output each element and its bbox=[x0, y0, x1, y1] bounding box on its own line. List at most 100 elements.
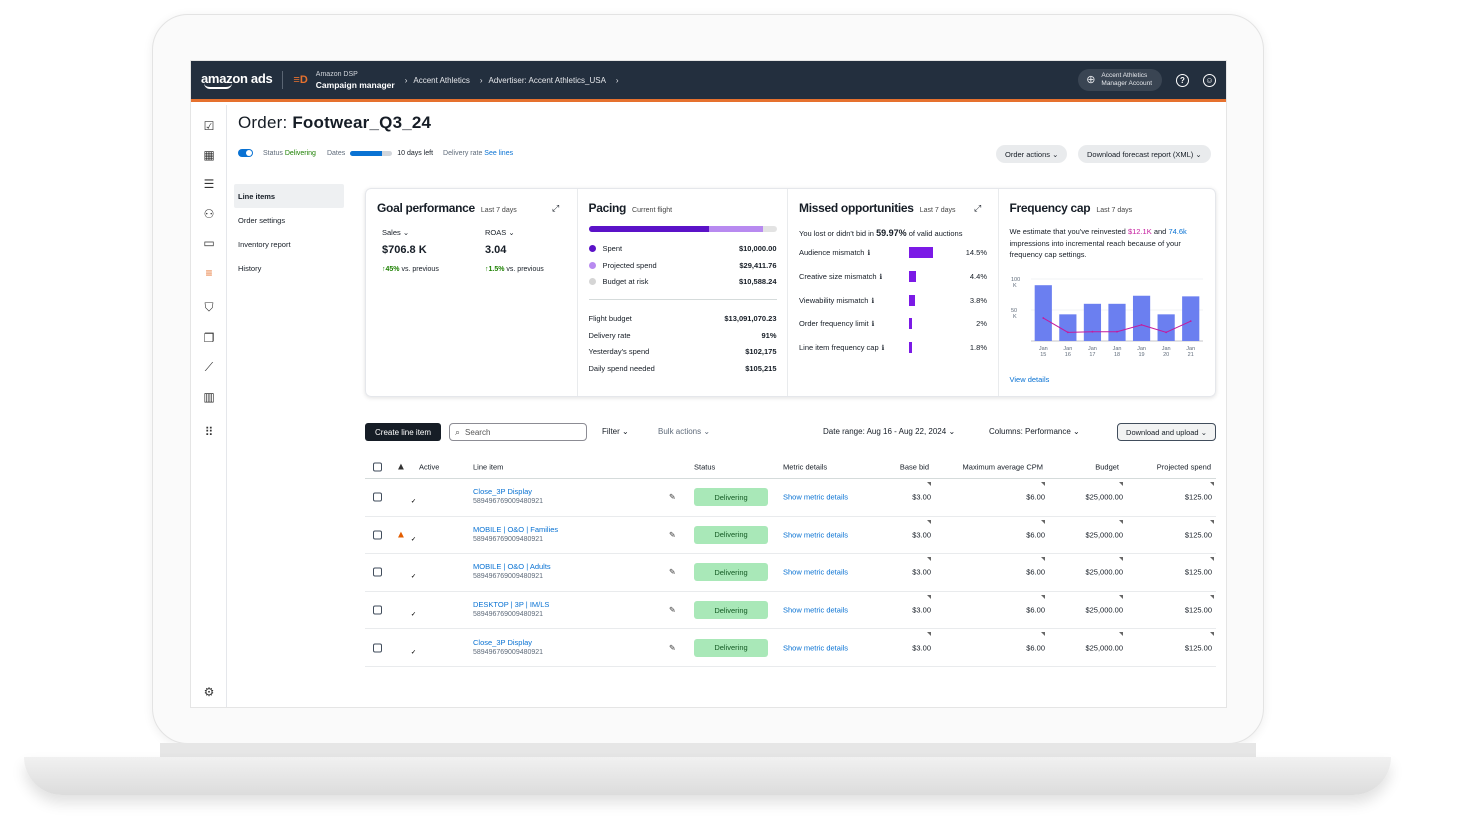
show-metric-details-link[interactable]: Show metric details bbox=[783, 568, 848, 577]
amazon-ads-logo[interactable]: amazon ads bbox=[201, 71, 273, 89]
row-checkbox[interactable] bbox=[373, 605, 382, 615]
subnav-line-items[interactable]: Line items bbox=[234, 184, 344, 208]
budget-value[interactable]: $25,000.00 bbox=[1085, 606, 1123, 615]
user-profile-icon[interactable]: ☺ bbox=[1203, 73, 1216, 87]
trends-icon[interactable]: ⟋ bbox=[202, 360, 216, 374]
database-icon[interactable]: ☰ bbox=[202, 177, 216, 191]
download-upload-button[interactable]: Download and upload ⌄ bbox=[1117, 423, 1216, 441]
row-checkbox[interactable] bbox=[373, 530, 382, 540]
columns-dropdown[interactable]: Columns: Performance ⌄ bbox=[989, 427, 1080, 436]
info-icon[interactable]: ℹ bbox=[867, 250, 870, 257]
max-cpm-value[interactable]: $6.00 bbox=[1026, 643, 1045, 652]
edit-pencil-icon[interactable]: ✎ bbox=[669, 568, 676, 577]
expand-icon[interactable]: ⤢ bbox=[974, 203, 981, 214]
line-item-link[interactable]: Close_3P Display bbox=[473, 638, 543, 648]
edit-pencil-icon[interactable]: ✎ bbox=[669, 530, 676, 539]
expand-icon[interactable]: ⤢ bbox=[552, 203, 559, 214]
help-icon[interactable]: ? bbox=[1176, 73, 1189, 87]
base-bid-value[interactable]: $3.00 bbox=[912, 493, 931, 502]
base-bid-value[interactable]: $3.00 bbox=[912, 643, 931, 652]
brand-safety-icon[interactable]: ⛉ bbox=[202, 300, 216, 314]
header-metric-details[interactable]: Metric details bbox=[783, 462, 827, 471]
subnav-order-settings[interactable]: Order settings bbox=[234, 208, 344, 232]
max-cpm-value[interactable]: $6.00 bbox=[1026, 530, 1045, 539]
edit-pencil-icon[interactable]: ✎ bbox=[669, 606, 676, 615]
line-item-link[interactable]: DESKTOP | 3P | IM/LS bbox=[473, 600, 549, 610]
settings-gear-icon[interactable]: ⚙ bbox=[202, 685, 216, 699]
base-bid-value[interactable]: $3.00 bbox=[912, 568, 931, 577]
missed-opportunity-row[interactable]: Order frequency limit ℹ 2% bbox=[799, 312, 987, 336]
line-item-link[interactable]: MOBILE | O&O | Adults bbox=[473, 562, 551, 572]
table-row[interactable]: MOBILE | O&O | Adults 589496769009480921 ✎… bbox=[365, 554, 1216, 592]
missed-opportunity-row[interactable]: Line item frequency cap ℹ 1.8% bbox=[799, 336, 987, 360]
reports-icon[interactable]: ▥ bbox=[202, 390, 216, 404]
warning-icon[interactable]: ▲ bbox=[396, 529, 406, 540]
roas-dropdown[interactable]: ROAS ⌄ bbox=[485, 228, 515, 237]
missed-opportunity-row[interactable]: Audience mismatch ℹ 14.5% bbox=[799, 241, 987, 265]
view-details-link[interactable]: View details bbox=[1010, 375, 1050, 384]
dashboard-icon[interactable]: ▦ bbox=[202, 148, 216, 162]
create-line-item-button[interactable]: Create line item bbox=[365, 423, 442, 441]
subnav-history[interactable]: History bbox=[234, 256, 344, 280]
download-forecast-button[interactable]: Download forecast report (XML) ⌄ bbox=[1078, 145, 1211, 163]
max-cpm-value[interactable]: $6.00 bbox=[1026, 606, 1045, 615]
breadcrumb-advertiser-group[interactable]: Accent Athletics bbox=[413, 76, 469, 85]
edit-pencil-icon[interactable]: ✎ bbox=[669, 493, 676, 502]
media-icon[interactable]: ❐ bbox=[202, 331, 216, 345]
select-all-checkbox[interactable] bbox=[373, 462, 382, 471]
campaign-manager-icon[interactable]: ≡ bbox=[202, 266, 216, 280]
checklist-icon[interactable]: ☑ bbox=[202, 119, 216, 133]
info-icon[interactable]: ℹ bbox=[871, 298, 874, 305]
creative-icon[interactable]: ▭ bbox=[202, 236, 216, 250]
order-actions-button[interactable]: Order actions ⌄ bbox=[996, 145, 1068, 163]
header-projected-spend[interactable]: Projected spend bbox=[1157, 462, 1211, 471]
account-switcher[interactable]: ⊕ Accent Athletics Manager Account bbox=[1078, 69, 1162, 91]
header-line-item[interactable]: Line item bbox=[473, 462, 503, 471]
subnav-inventory-report[interactable]: Inventory report bbox=[234, 232, 344, 256]
row-checkbox[interactable] bbox=[373, 492, 382, 502]
table-row[interactable]: ▲ MOBILE | O&O | Families 5894967690094809… bbox=[365, 517, 1216, 555]
product-title[interactable]: Amazon DSP Campaign manager bbox=[316, 69, 395, 91]
header-budget[interactable]: Budget bbox=[1095, 462, 1119, 471]
budget-value[interactable]: $25,000.00 bbox=[1085, 643, 1123, 652]
max-cpm-value[interactable]: $6.00 bbox=[1026, 493, 1045, 502]
header-status[interactable]: Status bbox=[694, 462, 715, 471]
header-base-bid[interactable]: Base bid bbox=[900, 462, 929, 471]
see-lines-link[interactable]: See lines bbox=[484, 150, 513, 157]
budget-value[interactable]: $25,000.00 bbox=[1085, 530, 1123, 539]
show-metric-details-link[interactable]: Show metric details bbox=[783, 606, 848, 615]
sales-dropdown[interactable]: Sales ⌄ bbox=[382, 228, 409, 237]
show-metric-details-link[interactable]: Show metric details bbox=[783, 530, 848, 539]
bulk-actions-dropdown[interactable]: Bulk actions ⌄ bbox=[658, 427, 710, 436]
date-range-dropdown[interactable]: Date range: Aug 16 - Aug 22, 2024 ⌄ bbox=[823, 427, 955, 436]
editable-corner-icon bbox=[927, 557, 931, 562]
budget-value[interactable]: $25,000.00 bbox=[1085, 493, 1123, 502]
base-bid-value[interactable]: $3.00 bbox=[912, 530, 931, 539]
line-item-link[interactable]: Close_3P Display bbox=[473, 487, 543, 497]
header-active[interactable]: Active bbox=[419, 462, 439, 471]
apps-icon[interactable]: ⠿ bbox=[202, 425, 216, 439]
base-bid-value[interactable]: $3.00 bbox=[912, 606, 931, 615]
info-icon[interactable]: ℹ bbox=[872, 321, 875, 328]
order-active-toggle[interactable] bbox=[238, 149, 253, 157]
breadcrumb-advertiser[interactable]: Advertiser: Accent Athletics_USA bbox=[489, 76, 606, 85]
max-cpm-value[interactable]: $6.00 bbox=[1026, 568, 1045, 577]
missed-opportunity-row[interactable]: Creative size mismatch ℹ 4.4% bbox=[799, 265, 987, 289]
show-metric-details-link[interactable]: Show metric details bbox=[783, 643, 848, 652]
missed-opportunity-row[interactable]: Viewability mismatch ℹ 3.8% bbox=[799, 288, 987, 312]
row-checkbox[interactable] bbox=[373, 643, 382, 653]
edit-pencil-icon[interactable]: ✎ bbox=[669, 643, 676, 652]
header-max-cpm[interactable]: Maximum average CPM bbox=[963, 462, 1043, 471]
table-row[interactable]: Close_3P Display 589496769009480921 ✎ Deliv… bbox=[365, 629, 1216, 667]
info-icon[interactable]: ℹ bbox=[880, 274, 883, 281]
show-metric-details-link[interactable]: Show metric details bbox=[783, 493, 848, 502]
audience-icon[interactable]: ⚇ bbox=[202, 207, 216, 221]
search-input[interactable]: ⌕ Search bbox=[449, 423, 587, 441]
line-item-link[interactable]: MOBILE | O&O | Families bbox=[473, 525, 558, 535]
budget-value[interactable]: $25,000.00 bbox=[1085, 568, 1123, 577]
filter-dropdown[interactable]: Filter ⌄ bbox=[602, 427, 629, 436]
table-row[interactable]: DESKTOP | 3P | IM/LS 589496769009480921 ✎ D… bbox=[365, 592, 1216, 630]
info-icon[interactable]: ℹ bbox=[882, 345, 885, 352]
table-row[interactable]: Close_3P Display 589496769009480921 ✎ Deliv… bbox=[365, 479, 1216, 517]
row-checkbox[interactable] bbox=[373, 567, 382, 577]
